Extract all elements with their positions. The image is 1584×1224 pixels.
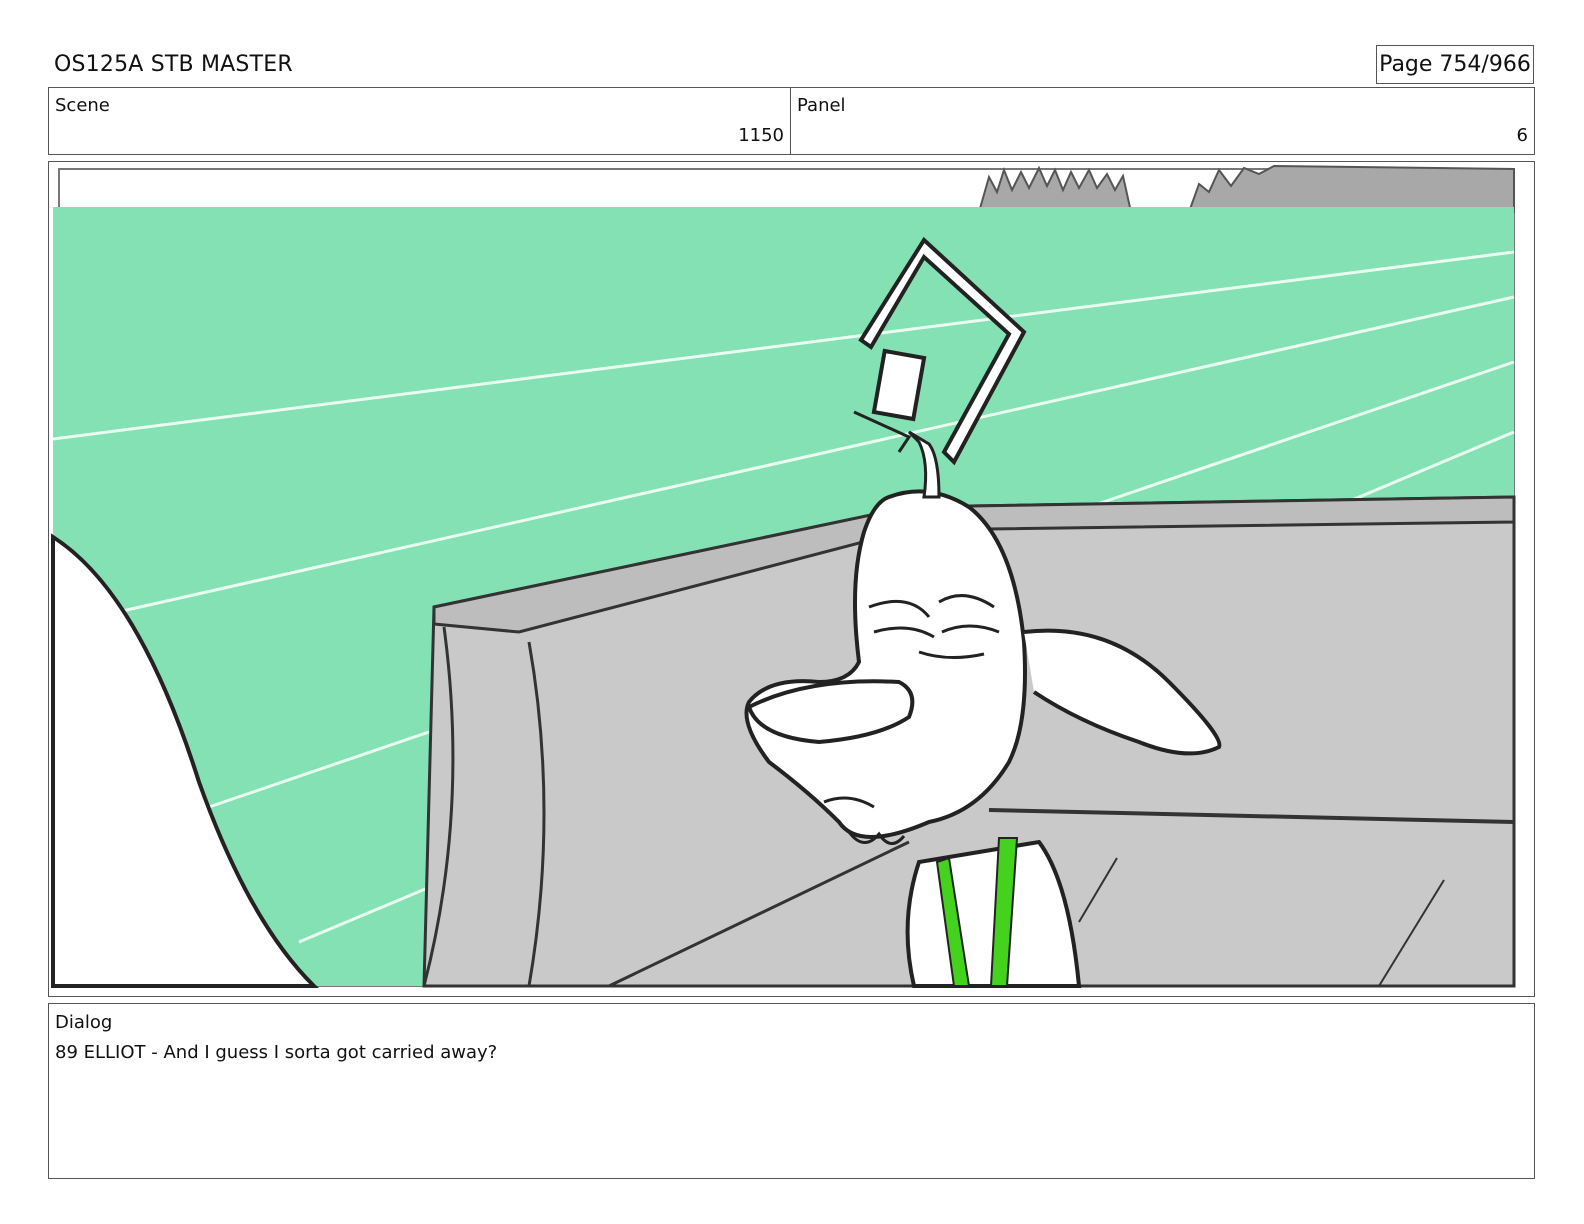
- panel-number: 6: [1516, 125, 1528, 146]
- dialog-label: Dialog: [55, 1012, 113, 1033]
- scene-cell: Scene 1150: [49, 88, 791, 154]
- storyboard-drawing: [51, 164, 1516, 988]
- dialog-text: 89 ELLIOT - And I guess I sorta got carr…: [55, 1042, 498, 1063]
- storyboard-frame: [48, 161, 1535, 997]
- character-tag: [871, 348, 927, 422]
- document-title: OS125A STB MASTER: [54, 52, 293, 77]
- scene-panel-row: Scene 1150 Panel 6: [48, 87, 1535, 155]
- scene-label: Scene: [55, 95, 110, 116]
- page-number: Page 754/966: [1376, 45, 1534, 84]
- bush-left: [977, 165, 1133, 213]
- dialog-box: Dialog 89 ELLIOT - And I guess I sorta g…: [48, 1003, 1535, 1179]
- scene-number: 1150: [738, 125, 784, 146]
- panel-cell: Panel 6: [791, 88, 1534, 154]
- panel-label: Panel: [797, 95, 846, 116]
